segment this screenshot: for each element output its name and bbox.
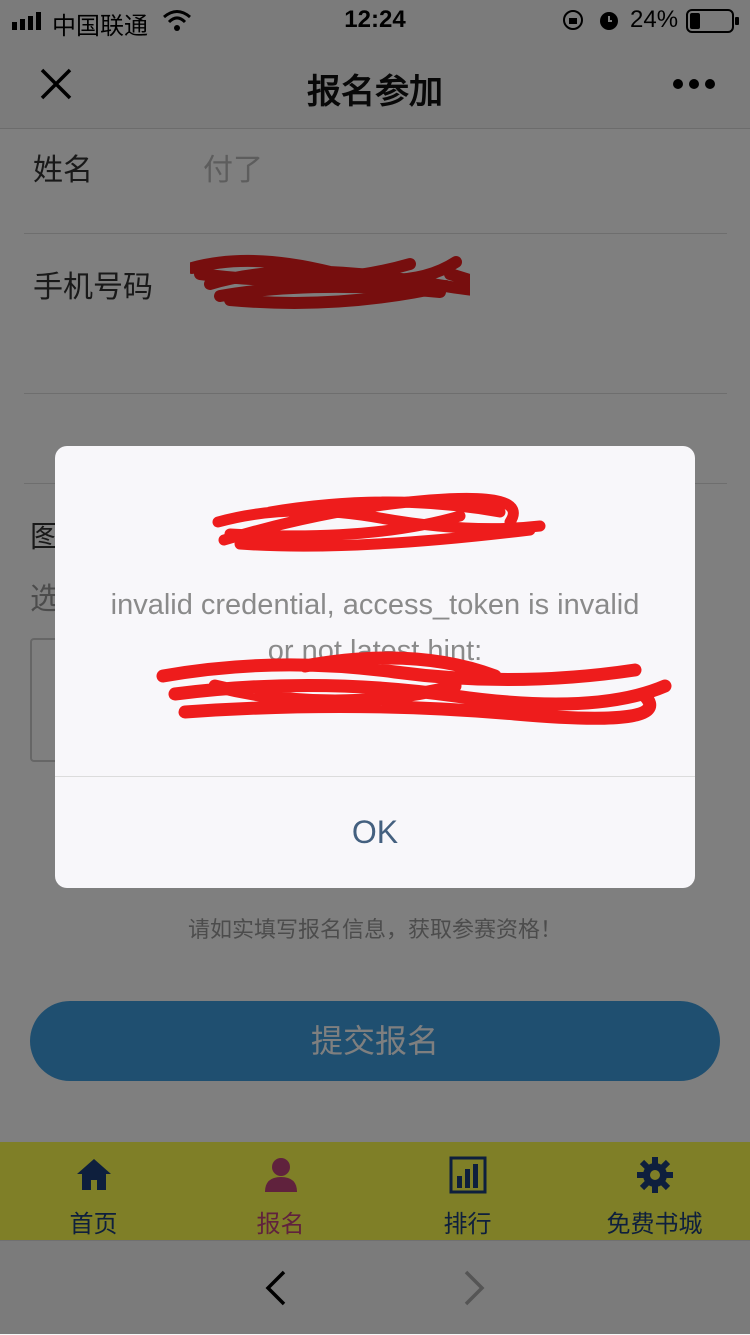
- alert-dialog: invalid credential, access_token is inva…: [55, 446, 695, 888]
- ok-button[interactable]: OK: [55, 777, 695, 888]
- redaction-scribble: [212, 492, 546, 552]
- redaction-scribble: [156, 651, 672, 725]
